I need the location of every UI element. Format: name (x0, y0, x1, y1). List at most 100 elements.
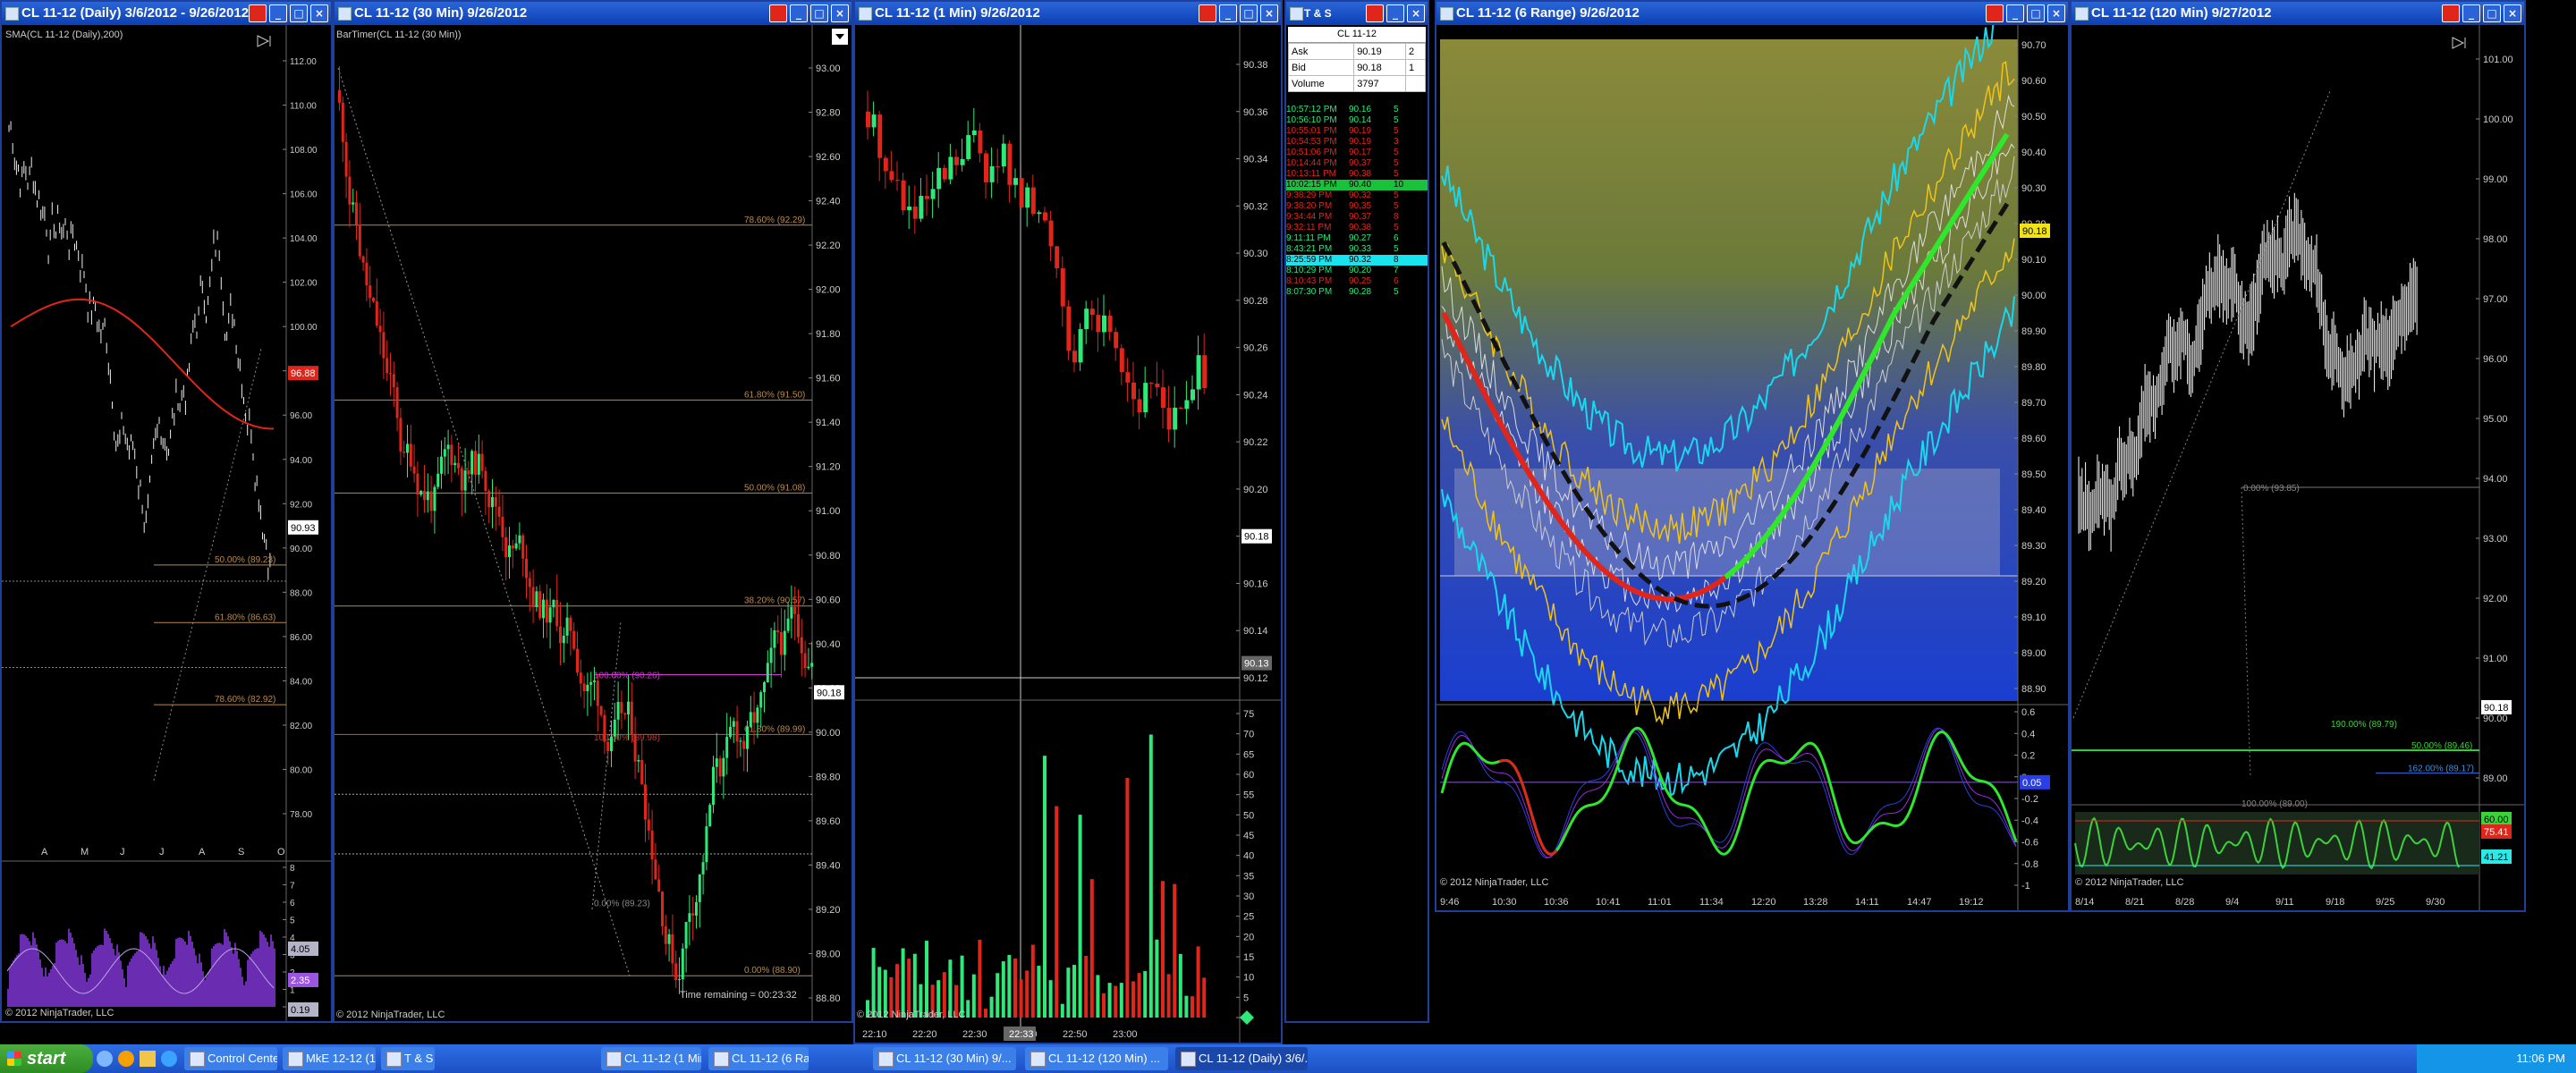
30min-chart[interactable]: BarTimer(CL 11-12 (30 Min)) 93.00 92.80 92.… (335, 25, 852, 1021)
ts-titlebar[interactable]: T & S _ × (1286, 2, 1428, 25)
window-time-and-sales[interactable]: T & S _ × CL 11-12 Ask 90.19 2 Bid 90.18 1 Volu… (1284, 0, 1429, 1023)
taskbar-item[interactable]: MkE 12-12 (10 Min) ... (283, 1047, 376, 1070)
trade-row[interactable]: 10:55:01 PM 90.19 5 (1286, 126, 1428, 137)
candle-body (1043, 212, 1047, 221)
osc-flag: 75.41 (2484, 827, 2509, 838)
120min-title: CL 11-12 (120 Min) 9/27/2012 (2091, 5, 2272, 21)
maximize-button[interactable]: □ (2483, 4, 2501, 22)
alert-button[interactable] (1366, 4, 1384, 22)
close-button[interactable]: × (2504, 4, 2521, 22)
histogram-bar (125, 986, 127, 1007)
trade-row[interactable]: 8:10:43 PM 90.25 6 (1286, 276, 1428, 287)
window-30min[interactable]: CL 11-12 (30 Min) 9/26/2012 _ □ × BarTimer… (333, 0, 853, 1023)
candle-body (691, 913, 695, 916)
trade-row[interactable]: 9:11:11 PM 90.27 6 (1286, 233, 1428, 244)
candle-body (1102, 315, 1106, 333)
candle-body (535, 591, 538, 608)
taskbar-item[interactable]: CL 11-12 (1 Min) 9/2... (601, 1047, 701, 1070)
daily-titlebar[interactable]: CL 11-12 (Daily) 3/6/2012 - 9/26/2012 _ □… (2, 2, 331, 25)
maximize-button[interactable]: □ (810, 4, 828, 22)
taskbar-item[interactable]: CL 11-12 (30 Min) 9/... (873, 1047, 1016, 1070)
price-label: 92.20 (816, 241, 841, 251)
candle-body (399, 418, 402, 452)
trade-row[interactable]: 9:38:20 PM 90.35 5 (1286, 201, 1428, 212)
trade-row[interactable]: 9:34:44 PM 90.37 8 (1286, 212, 1428, 223)
candle-body (759, 692, 763, 708)
alert-button[interactable] (769, 4, 787, 22)
trade-row[interactable]: 8:25:59 PM 90.32 8 (1286, 255, 1428, 266)
trade-row[interactable]: 8:07:30 PM 90.28 5 (1286, 287, 1428, 298)
histogram-bar (224, 929, 225, 1007)
alert-button[interactable] (1199, 4, 1216, 22)
minimize-button[interactable]: _ (2006, 4, 2024, 22)
1min-chart[interactable]: 90.38 90.36 90.34 90.32 90.30 90.28 90.26 90.24… (855, 25, 1281, 1043)
folder-icon[interactable] (140, 1051, 156, 1067)
start-button[interactable]: start (0, 1044, 93, 1073)
trade-row[interactable]: 10:54:53 PM 90.19 3 (1286, 137, 1428, 148)
windows-logo-icon (7, 1052, 21, 1066)
taskbar-item[interactable]: Control Center - CL 1... (184, 1047, 277, 1070)
6range-titlebar[interactable]: CL 11-12 (6 Range) 9/26/2012 _ □ × (1436, 2, 2068, 25)
price-label: 89.80 (2021, 362, 2046, 373)
taskbar-item[interactable]: T & S (381, 1047, 435, 1070)
media-icon[interactable] (118, 1051, 134, 1067)
close-button[interactable]: × (831, 4, 849, 22)
120min-titlebar[interactable]: CL 11-12 (120 Min) 9/27/2012 _ □ × (2072, 2, 2524, 25)
taskbar-item[interactable]: CL 11-12 (120 Min) ... (1025, 1047, 1168, 1070)
window-1min[interactable]: CL 11-12 (1 Min) 9/26/2012 _ □ × 90.38 90.3… (853, 0, 1283, 1044)
maximize-button[interactable]: □ (1240, 4, 1258, 22)
minimize-button[interactable]: _ (790, 4, 808, 22)
maximize-button[interactable]: □ (2027, 4, 2045, 22)
6range-chart[interactable]: 90.7090.6090.5090.4090.3090.2090.1090.00… (1436, 25, 2068, 910)
price-label: 89.50 (2021, 469, 2046, 480)
taskbar-item[interactable]: CL 11-12 (6 Range) ... (708, 1047, 809, 1070)
price-label: 90.24 (1243, 390, 1268, 401)
30min-titlebar[interactable]: CL 11-12 (30 Min) 9/26/2012 _ □ × (335, 2, 852, 25)
120min-chart[interactable]: 101.00 100.00 99.00 98.00 97.00 96.00 95.00 94.… (2072, 25, 2524, 910)
daily-chart[interactable]: SMA(CL 11-12 (Daily),200) 112.00 110.00 108… (2, 25, 331, 1021)
window-6range[interactable]: CL 11-12 (6 Range) 9/26/2012 _ □ × 90.70 90… (1435, 0, 2070, 912)
clock[interactable]: 11:06 PM (2516, 1052, 2565, 1065)
trade-row[interactable]: 9:32:11 PM 90.38 5 (1286, 223, 1428, 233)
fib-label: 61.80% (89.99) (744, 724, 805, 734)
alert-button[interactable] (249, 4, 267, 22)
trade-cell: 10:54:53 PM (1286, 137, 1337, 147)
maximize-button[interactable]: □ (290, 4, 308, 22)
trade-row[interactable]: 8:10:29 PM 90.20 7 (1286, 266, 1428, 276)
window-120min[interactable]: CL 11-12 (120 Min) 9/27/2012 _ □ × 101.00 1… (2070, 0, 2526, 912)
price-label: 89.70 (2021, 398, 2046, 409)
trade-row[interactable]: 9:38:29 PM 90.32 5 (1286, 190, 1428, 201)
minimize-button[interactable]: _ (1219, 4, 1237, 22)
close-button[interactable]: × (310, 4, 328, 22)
globe-icon[interactable] (161, 1051, 177, 1067)
trade-row[interactable]: 10:02:15 PM 90.40 10 (1286, 180, 1428, 190)
trade-row[interactable]: 10:14:44 PM 90.37 5 (1286, 158, 1428, 169)
minimize-button[interactable]: _ (1386, 4, 1404, 22)
close-button[interactable]: × (1260, 4, 1278, 22)
close-button[interactable]: × (2047, 4, 2065, 22)
candle-body (538, 591, 542, 619)
trade-row[interactable]: 10:57:12 PM 90.16 5 (1286, 105, 1428, 115)
close-button[interactable]: × (1407, 4, 1425, 22)
volume-bar (1191, 996, 1194, 1018)
alert-button[interactable] (2442, 4, 2460, 22)
1min-titlebar[interactable]: CL 11-12 (1 Min) 9/26/2012 _ □ × (855, 2, 1281, 25)
quote-cell: 90.19 (1353, 43, 1407, 60)
window-daily[interactable]: CL 11-12 (Daily) 3/6/2012 - 9/26/2012 _ □… (0, 0, 333, 1023)
price-label: 102.00 (290, 279, 318, 289)
minimize-button[interactable]: _ (269, 4, 287, 22)
volume-bar (1102, 993, 1106, 1018)
trade-row[interactable]: 10:56:10 PM 90.14 5 (1286, 115, 1428, 126)
trade-row[interactable]: 8:43:21 PM 90.33 5 (1286, 244, 1428, 255)
trade-cell: 90.37 (1349, 212, 1372, 222)
trade-row[interactable]: 10:51:06 PM 90.17 5 (1286, 148, 1428, 158)
browser-icon[interactable] (97, 1051, 113, 1067)
trade-row[interactable]: 10:13:11 PM 90.38 5 (1286, 169, 1428, 180)
minimize-button[interactable]: _ (2462, 4, 2480, 22)
ts-trades-list[interactable]: 10:57:12 PM 90.16 5 10:56:10 PM 90.14 5 10:55:… (1286, 105, 1428, 298)
alert-button[interactable] (1986, 4, 2004, 22)
volume-tick-label: 70 (1243, 730, 1254, 740)
ts-title: T & S (1304, 7, 1332, 20)
taskbar-item[interactable]: CL 11-12 (Daily) 3/6/... (1175, 1047, 1308, 1070)
candle-body (895, 180, 900, 182)
